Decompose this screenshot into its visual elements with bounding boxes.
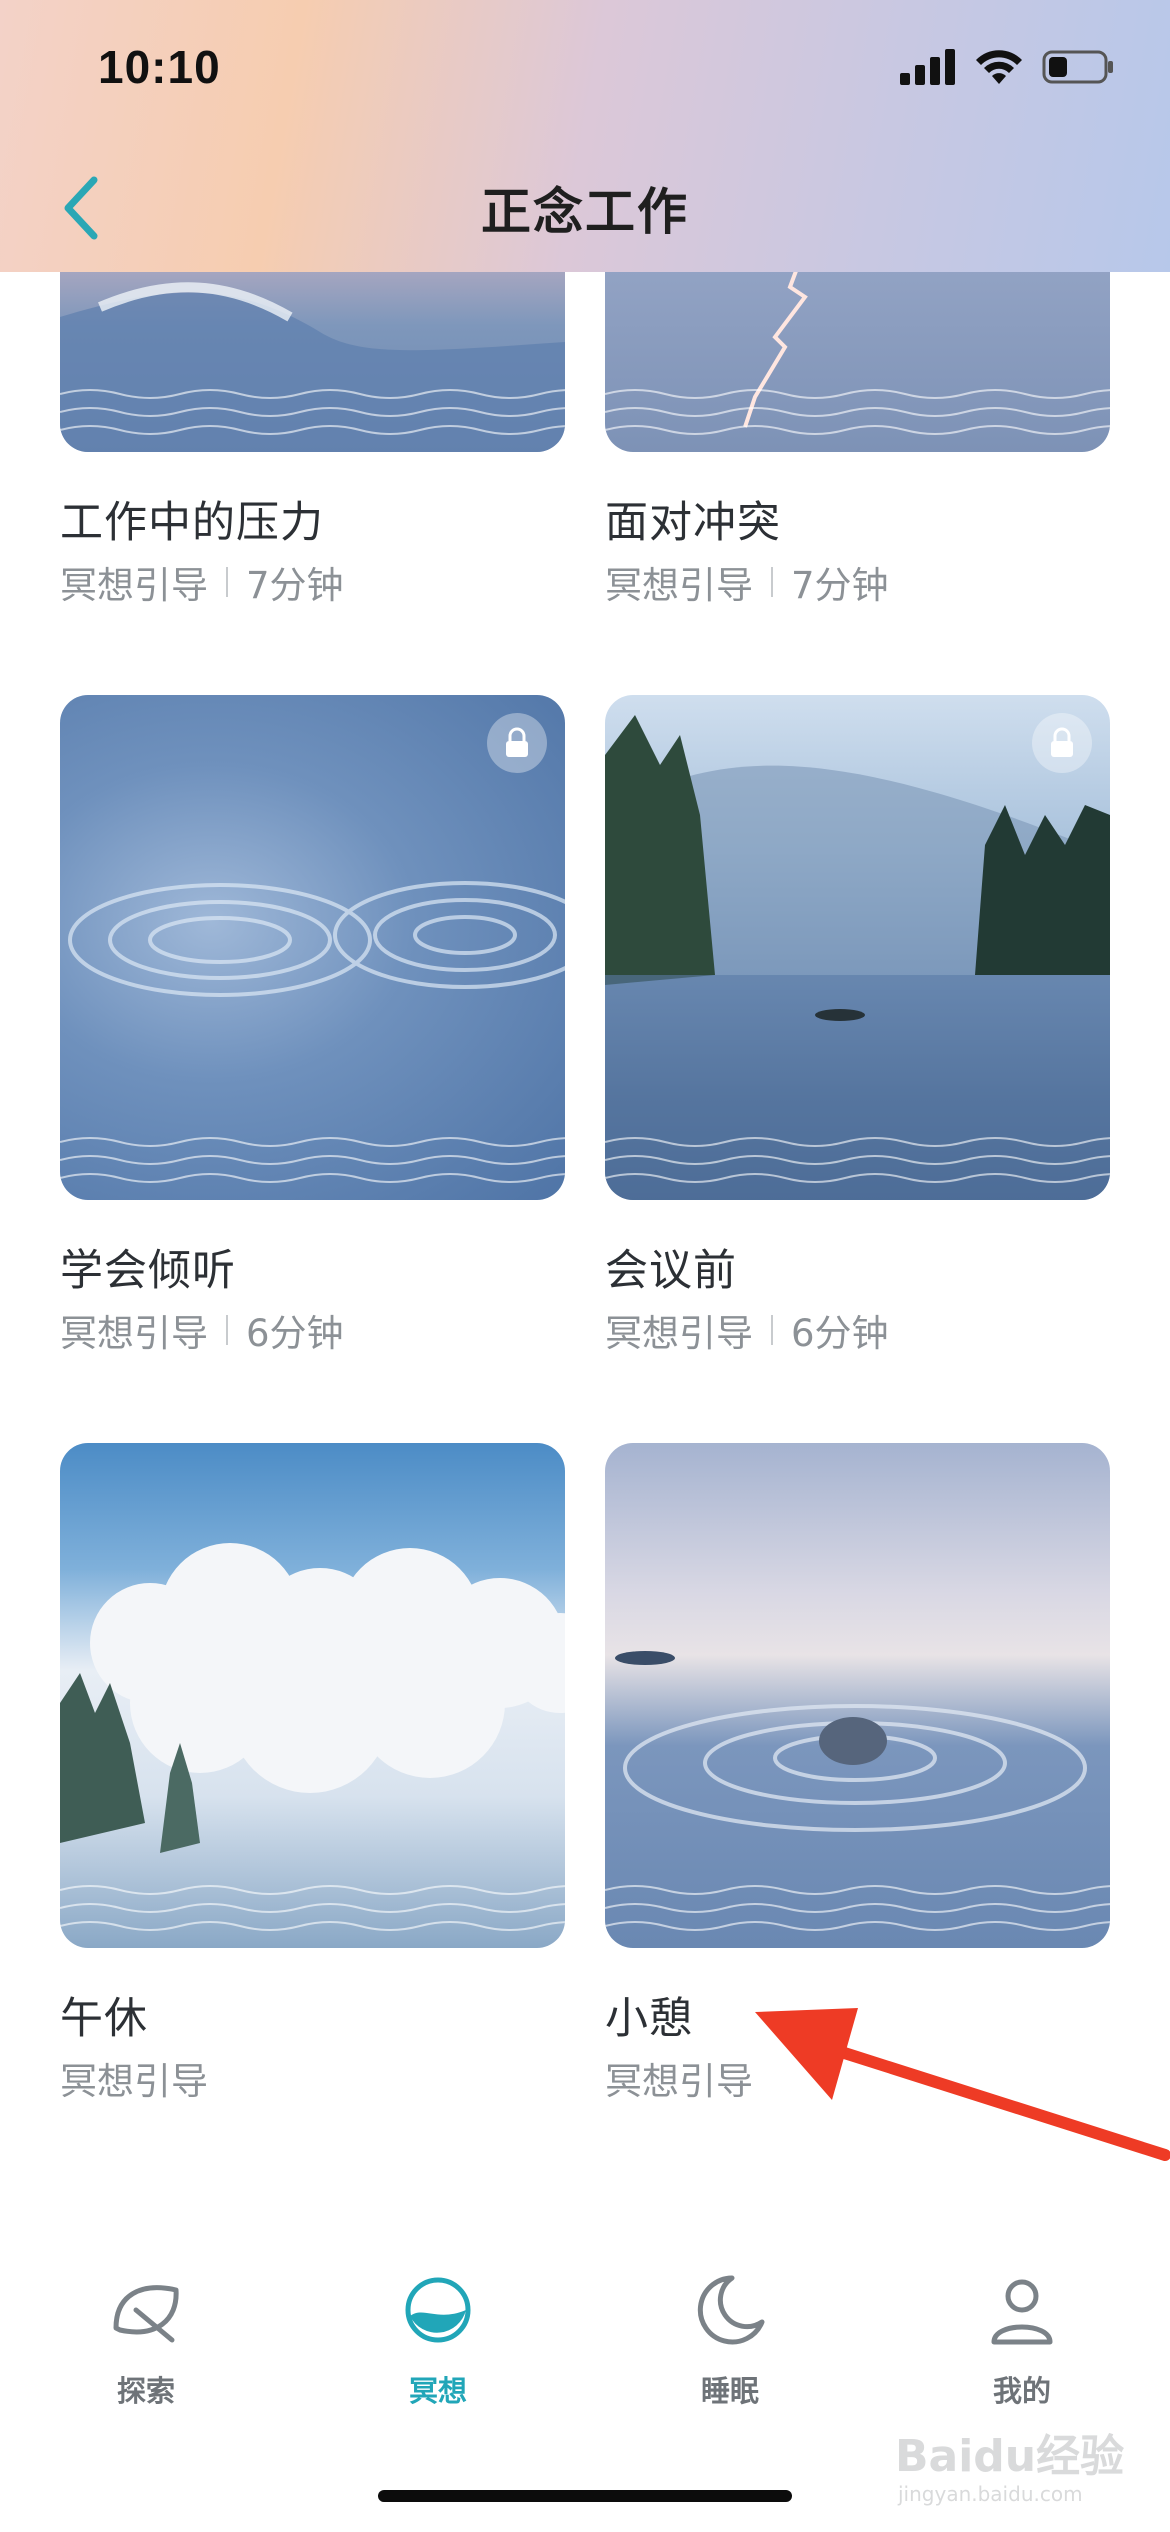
water-ripple-illustration xyxy=(68,881,565,997)
wifi-icon xyxy=(976,50,1022,84)
wave-lines-decoration xyxy=(605,389,1110,435)
card-image[interactable] xyxy=(60,1443,565,1948)
card-title: 小憩 xyxy=(605,1994,693,2044)
card-duration: 6分钟 xyxy=(791,1312,889,1355)
forest-lake-illustration xyxy=(605,715,1110,1200)
meditation-wave-icon xyxy=(405,2277,471,2343)
card-kind: 冥想引导 xyxy=(605,564,753,607)
tab-profile[interactable]: 我的 xyxy=(922,2270,1122,2410)
card-kind: 冥想引导 xyxy=(605,1312,753,1355)
wave-lines-decoration xyxy=(60,389,565,435)
card-meta: 冥想引导 xyxy=(605,2051,753,2105)
card-title: 午休 xyxy=(60,1994,148,2044)
wave-lines-decoration xyxy=(605,1137,1110,1183)
card-kind: 冥想引导 xyxy=(60,1312,208,1355)
page-title: 正念工作 xyxy=(481,183,689,241)
wave-lines-decoration xyxy=(605,1885,1110,1931)
cellular-signal-icon xyxy=(900,49,955,85)
wave-lines-decoration xyxy=(60,1137,565,1183)
tab-label: 睡眠 xyxy=(700,2374,759,2408)
card-meta: 冥想引导 6分钟 xyxy=(60,1303,344,1357)
meta-divider xyxy=(771,1315,773,1345)
status-icons xyxy=(900,48,1114,86)
lock-icon xyxy=(1051,727,1073,757)
card-meta: 冥想引导 xyxy=(60,2051,208,2105)
lock-badge xyxy=(1032,713,1092,773)
leaf-icon xyxy=(113,2285,179,2343)
baidu-watermark-url: jingyan.baidu.com xyxy=(898,2482,1083,2506)
card-kind: 冥想引导 xyxy=(60,564,208,607)
card-duration: 7分钟 xyxy=(246,564,344,607)
lock-icon xyxy=(506,727,528,757)
bottom-tab-bar: 探索 冥想 睡眠 我的 xyxy=(0,2270,1170,2430)
meta-divider xyxy=(226,1315,228,1345)
top-header: 10:10 正念工作 xyxy=(0,0,1170,272)
card-duration: 6分钟 xyxy=(246,1312,344,1355)
card-image[interactable] xyxy=(605,1443,1110,1948)
card-kind: 冥想引导 xyxy=(60,2060,208,2103)
card-title: 工作中的压力 xyxy=(60,498,324,548)
home-indicator[interactable] xyxy=(378,2490,792,2502)
card-title: 学会倾听 xyxy=(60,1246,236,1296)
tab-label: 我的 xyxy=(992,2374,1051,2408)
meta-divider xyxy=(771,567,773,597)
lock-badge xyxy=(487,713,547,773)
tab-meditation[interactable]: 冥想 xyxy=(338,2270,538,2410)
stone-ripple-illustration xyxy=(615,1651,1087,1832)
card-image[interactable] xyxy=(60,695,565,1200)
meta-divider xyxy=(226,567,228,597)
card-title: 面对冲突 xyxy=(605,498,781,548)
clouds-illustration xyxy=(60,1543,565,1853)
card-duration: 7分钟 xyxy=(791,564,889,607)
tab-sleep[interactable]: 睡眠 xyxy=(630,2270,830,2410)
baidu-watermark: Baidu经验 xyxy=(895,2431,1125,2482)
tab-explore[interactable]: 探索 xyxy=(46,2270,246,2410)
battery-icon xyxy=(1042,50,1113,84)
moon-icon xyxy=(697,2275,765,2345)
card-image[interactable] xyxy=(605,695,1110,1200)
person-icon xyxy=(991,2279,1053,2345)
card-meta: 冥想引导 7分钟 xyxy=(605,555,889,609)
card-kind: 冥想引导 xyxy=(605,2060,753,2103)
red-annotation-arrow-icon xyxy=(755,2008,1170,2161)
tab-label: 探索 xyxy=(116,2374,175,2408)
card-meta: 冥想引导 6分钟 xyxy=(605,1303,889,1357)
card-meta: 冥想引导 7分钟 xyxy=(60,555,344,609)
status-time: 10:10 xyxy=(98,41,221,93)
wave-lines-decoration xyxy=(60,1885,565,1931)
tab-label: 冥想 xyxy=(408,2374,467,2408)
card-title: 会议前 xyxy=(605,1246,737,1296)
